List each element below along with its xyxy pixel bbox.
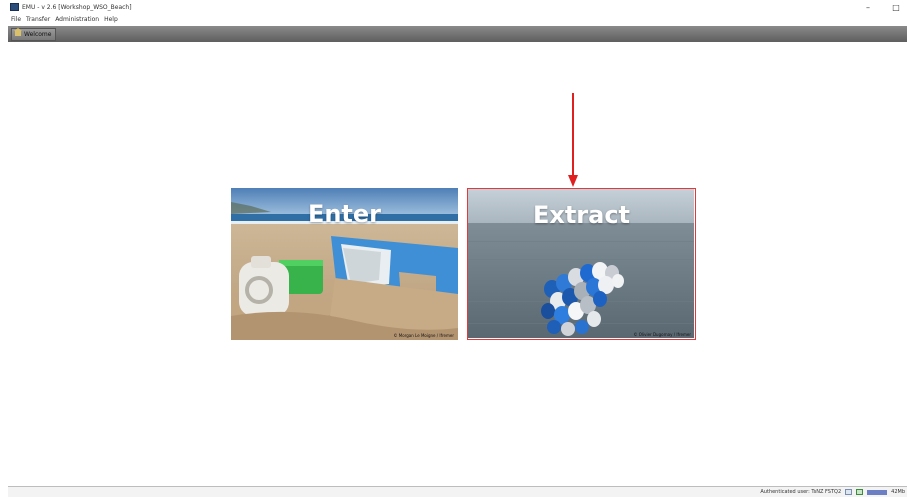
welcome-content: Enter © Morgan Le Moigne / Ifremer Extra… — [8, 42, 907, 486]
extract-photo-credit: © Olivier Dugornay / Ifremer — [633, 332, 691, 337]
window-title: EMU - v 2.6 [Workshop_WSO_Beach] — [22, 3, 132, 11]
tab-welcome[interactable]: Welcome — [11, 27, 57, 41]
menu-bar: File Transfer Administration Help — [8, 14, 907, 25]
annotation-arrow-icon — [568, 93, 578, 187]
network-icon[interactable] — [845, 489, 853, 495]
sync-icon[interactable] — [856, 489, 864, 495]
title-bar: EMU - v 2.6 [Workshop_WSO_Beach] – □ — [8, 0, 907, 14]
enter-title: Enter — [307, 200, 382, 228]
memory-bar — [867, 489, 888, 495]
status-right: Authenticated user: TsNZ FSTQ2 42Mb — [760, 487, 905, 497]
extract-title: Extract — [532, 201, 631, 229]
authenticated-user-label: Authenticated user: TsNZ FSTQ2 — [760, 489, 842, 495]
minimize-button[interactable]: – — [863, 3, 873, 12]
maximize-button[interactable]: □ — [891, 3, 901, 12]
menu-file[interactable]: File — [11, 16, 21, 23]
enter-tile[interactable]: Enter © Morgan Le Moigne / Ifremer — [231, 188, 458, 340]
menu-help[interactable]: Help — [104, 16, 118, 23]
toolbar: Welcome — [8, 26, 907, 42]
memory-label: 42Mb — [891, 489, 905, 495]
tab-welcome-label: Welcome — [24, 30, 52, 38]
status-bar: Authenticated user: TsNZ FSTQ2 42Mb — [8, 486, 907, 497]
extract-tile[interactable]: Extract © Olivier Dugornay / Ifremer — [467, 188, 696, 340]
menu-administration[interactable]: Administration — [55, 16, 99, 23]
app-window: EMU - v 2.6 [Workshop_WSO_Beach] – □ Fil… — [8, 0, 907, 497]
enter-photo-credit: © Morgan Le Moigne / Ifremer — [393, 333, 454, 338]
window-controls: – □ — [863, 0, 901, 14]
menu-transfer[interactable]: Transfer — [26, 16, 50, 23]
app-icon — [10, 3, 19, 11]
home-icon — [14, 28, 22, 37]
